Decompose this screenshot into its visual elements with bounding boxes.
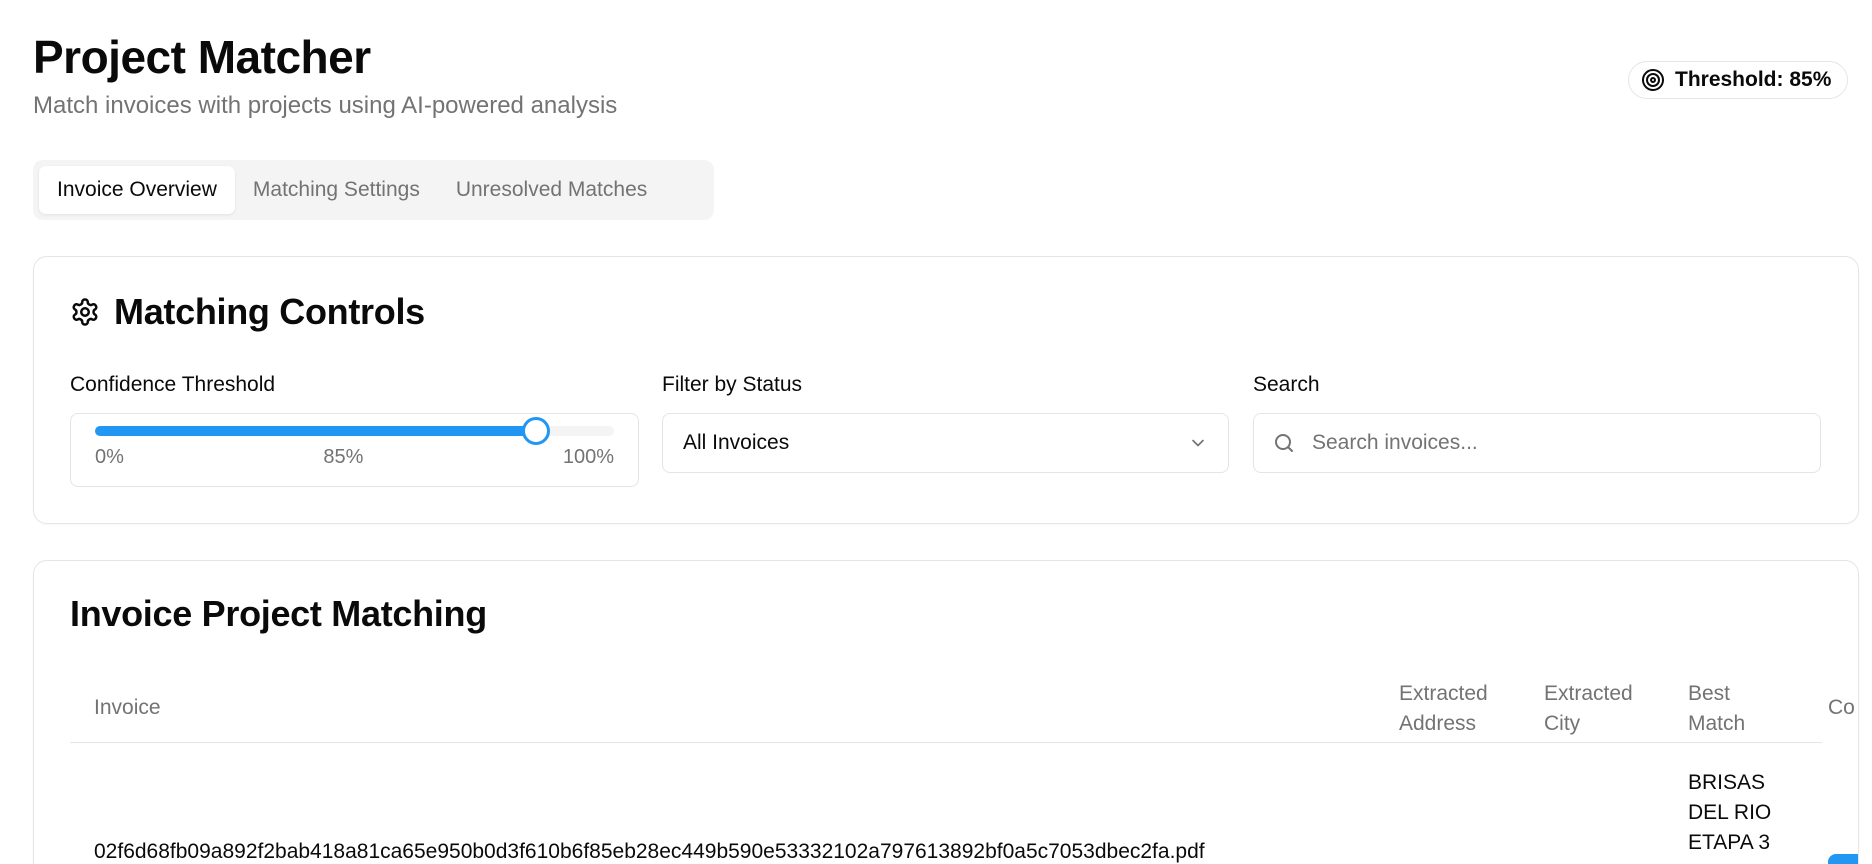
- threshold-badge: Threshold: 85%: [1628, 61, 1849, 99]
- status-filter-select[interactable]: All Invoices: [662, 413, 1229, 473]
- search-icon: [1275, 434, 1293, 452]
- column-header-address[interactable]: Extracted Address: [1399, 679, 1509, 739]
- gear-icon: [72, 298, 98, 326]
- table-row[interactable]: 02f6d68fb09a892f2bab418a81ca65e950b0d3f6…: [70, 744, 1858, 864]
- chevron-down-icon: [1192, 439, 1204, 447]
- tab-list: Invoice Overview Matching Settings Unres…: [33, 160, 714, 220]
- confidence-slider-labels: 0% 85% 100%: [95, 446, 614, 469]
- confidence-slider-thumb[interactable]: [522, 417, 551, 445]
- status-filter-value: All Invoices: [683, 431, 790, 454]
- matching-controls-card: Matching Controls Confidence Threshold 0…: [33, 256, 1859, 524]
- invoice-matching-card: Invoice Project Matching Invoice Extract…: [33, 560, 1859, 864]
- invoice-filename: 02f6d68fb09a892f2bab418a81ca65e950b0d3f6…: [94, 840, 1205, 863]
- matching-controls-heading: Matching Controls: [70, 291, 425, 333]
- tab-invoice-overview[interactable]: Invoice Overview: [39, 166, 235, 214]
- confidence-slider-box: 0% 85% 100%: [70, 413, 639, 487]
- tab-matching-settings[interactable]: Matching Settings: [235, 166, 438, 214]
- search-box: [1253, 413, 1821, 473]
- table-header: Invoice Extracted Address Extracted City…: [70, 671, 1855, 743]
- threshold-badge-label: Threshold: 85%: [1675, 68, 1832, 91]
- column-header-invoice[interactable]: Invoice: [94, 693, 161, 723]
- confidence-slider-fill: [95, 426, 537, 436]
- column-header-best-match[interactable]: Best Match: [1688, 679, 1758, 739]
- page-title: Project Matcher: [33, 31, 371, 83]
- column-header-city[interactable]: Extracted City: [1544, 679, 1654, 739]
- invoice-matching-title: Invoice Project Matching: [70, 593, 487, 634]
- confidence-threshold-label: Confidence Threshold: [70, 373, 276, 396]
- page-subtitle: Match invoices with projects using AI-po…: [33, 92, 618, 119]
- column-header-confidence[interactable]: Co: [1828, 693, 1855, 723]
- search-input[interactable]: [1312, 431, 1792, 455]
- confidence-slider-track[interactable]: [95, 417, 614, 445]
- matching-controls-title: Matching Controls: [114, 291, 425, 332]
- search-label: Search: [1253, 373, 1320, 396]
- slider-min-label: 0%: [95, 446, 124, 468]
- target-icon: [1642, 69, 1664, 91]
- slider-value-label: 85%: [323, 446, 364, 468]
- best-match-value: BRISAS DEL RIO ETAPA 3: [1688, 771, 1772, 854]
- filter-status-label: Filter by Status: [662, 373, 803, 396]
- confidence-badge: [1828, 854, 1858, 864]
- slider-max-label: 100%: [562, 446, 614, 468]
- tab-unresolved-matches[interactable]: Unresolved Matches: [438, 166, 665, 214]
